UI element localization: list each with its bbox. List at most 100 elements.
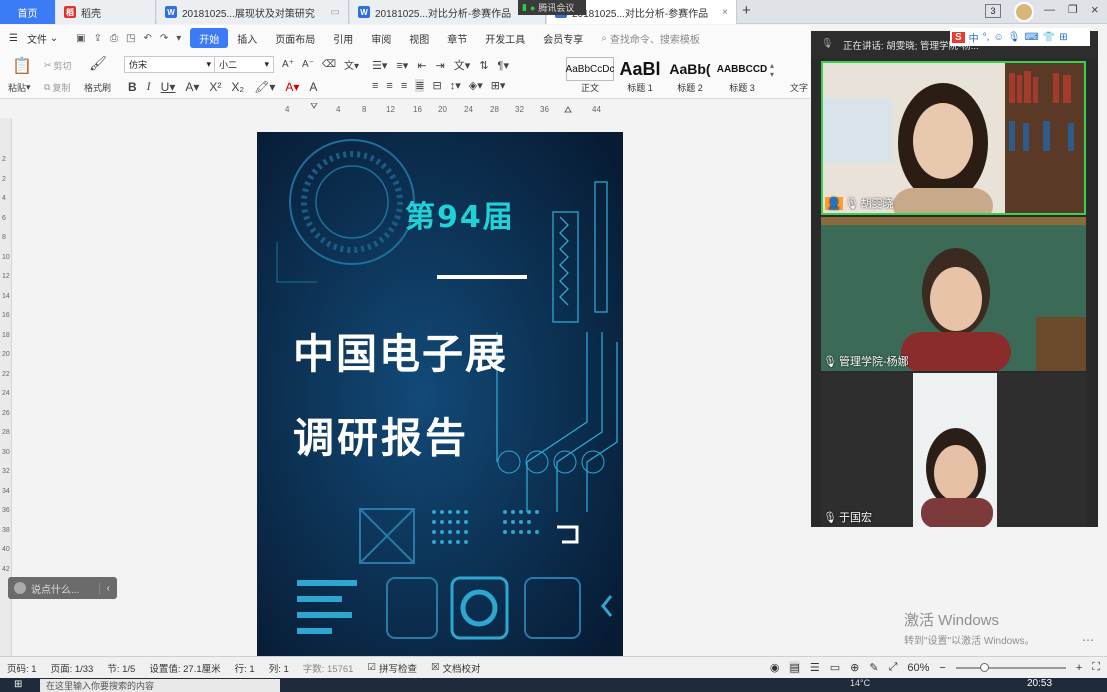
sort-icon[interactable]: ⇅ [479,59,488,72]
export-icon[interactable]: ⇪ [94,33,102,44]
style-normal[interactable]: AaBbCcDc 正文 [566,57,614,95]
cut-button[interactable]: ✂ 剪切 [44,59,72,72]
status-setting[interactable]: 设置值: 27.1厘米 [142,661,227,675]
collapse-icon[interactable]: ‹ [98,582,117,594]
fullscreen-icon[interactable]: ⛶ [1092,661,1100,674]
outline-view-icon[interactable]: ☰ [810,661,820,674]
status-page-num[interactable]: 页码: 1 [0,661,44,675]
subscript-icon[interactable]: X₂ [231,80,244,94]
video-tile-2[interactable]: 🎙 管理学院-杨娜 [821,217,1086,371]
borders-icon[interactable]: ⊞▾ [491,79,506,92]
say-something-box[interactable]: 说点什么... ‹ [8,577,117,599]
spell-check-button[interactable]: ☑ 拼写检查 [360,661,424,675]
paste-button[interactable]: 粘贴 ▾ [8,81,31,94]
tab-home[interactable]: 首页 [0,0,55,24]
status-col[interactable]: 列: 1 [262,661,296,675]
highlight-icon[interactable]: 🖍▾ [254,80,275,94]
status-pages[interactable]: 页面: 1/33 [44,661,101,675]
font-size-select[interactable]: 小二 ▾ [214,56,274,73]
line-spacing-icon[interactable]: ↕▾ [450,79,461,92]
copy-button[interactable]: ⧉ 复制 [44,81,70,94]
font-color-icon[interactable]: A▾ [285,80,299,94]
indent-icon[interactable]: ⇥ [436,59,445,72]
ime-toolbar[interactable]: S 中 °, ☺ 🎙 ⌨ 👕 ⊞ [950,28,1090,46]
video-tile-3[interactable]: 🎙 于国宏 [821,373,1086,527]
minimize-icon[interactable]: — [1044,4,1055,16]
font-name-select[interactable]: 仿宋 ▾ [124,56,216,73]
zoom-out-button[interactable]: − [939,662,945,674]
superscript-icon[interactable]: X² [209,80,221,94]
bullets-icon[interactable]: ☰▾ [372,59,387,72]
video-tile-1[interactable]: 👤 🎙 胡雯晓 [821,61,1086,215]
phonetic-icon[interactable]: 文▾ [344,57,359,72]
status-word-count[interactable]: 字数: 15761 [296,661,361,675]
grow-font-icon[interactable]: A⁺ [282,59,294,70]
avatar[interactable] [1014,2,1034,22]
strikethrough-icon[interactable]: A▾ [185,80,199,94]
menu-tab-layout[interactable]: 页面布局 [266,28,324,48]
distributed-icon[interactable]: ⊟ [432,79,441,92]
show-marks-icon[interactable]: ¶▾ [498,59,509,72]
redo-icon[interactable]: ↷ [160,33,168,44]
taskbar-clock[interactable]: 20:53 [1027,678,1052,689]
shading-icon[interactable]: ◈▾ [469,79,483,92]
zoom-in-button[interactable]: + [1076,662,1082,674]
undo-icon[interactable]: ↶ [143,33,151,44]
styles-scroll[interactable]: ▴ ▾ [770,61,774,79]
menu-tab-chapter[interactable]: 章节 [438,28,476,48]
status-row[interactable]: 行: 1 [228,661,262,675]
format-painter-button[interactable]: 格式刷 [84,81,111,94]
window-count-badge[interactable]: 3 [985,4,1001,18]
reading-view-icon[interactable]: ▭ [830,661,840,674]
print-icon[interactable]: ⎙ [110,33,118,44]
italic-icon[interactable]: I [147,79,151,94]
zoom-level[interactable]: 60% [907,662,929,674]
underline-icon[interactable]: U▾ [161,80,176,94]
zoom-slider-thumb[interactable] [979,662,989,672]
style-heading-2[interactable]: AaBb(标题 2 [666,57,714,95]
tab-document-1[interactable]: W 20181025...展现状及对策研究 ▭ [157,0,349,24]
align-left-icon[interactable]: ≡ [372,80,378,92]
chinese-layout-icon[interactable]: 文▾ [454,57,471,73]
clear-format-icon[interactable]: ⌫ [322,59,336,70]
more-icon[interactable]: ▾ [176,33,181,44]
outdent-icon[interactable]: ⇤ [417,59,426,72]
indent-marker-icon[interactable] [310,102,318,109]
menu-tab-view[interactable]: 视图 [400,28,438,48]
menu-tab-member[interactable]: 会员专享 [534,28,592,48]
menu-tab-review[interactable]: 审阅 [362,28,400,48]
doc-proof-button[interactable]: ☒ 文档校对 [424,661,488,675]
fit-page-icon[interactable]: ⤢ [889,661,898,674]
right-indent-marker-icon[interactable] [564,106,572,113]
vertical-ruler[interactable]: 2 2 4 6 8 10 12 14 16 18 20 22 24 26 28 30 32 34 36 38 40 42 [0,118,12,656]
char-border-icon[interactable]: A [309,80,317,94]
bold-icon[interactable]: B [128,80,137,94]
tab-document-2[interactable]: W 20181025...对比分析-参赛作品 [350,0,546,24]
restore-icon[interactable]: ❐ [1068,3,1078,16]
numbering-icon[interactable]: ≡▾ [396,59,408,72]
eye-protection-icon[interactable]: ◉ [770,661,780,674]
align-center-icon[interactable]: ≡ [386,80,392,92]
close-window-icon[interactable]: × [1091,2,1099,17]
new-tab-button[interactable]: + [742,2,751,19]
justify-icon[interactable]: ≣ [415,79,425,92]
file-menu[interactable]: 文件 ⌄ [27,28,67,48]
align-right-icon[interactable]: ≡ [401,80,407,92]
style-heading-1[interactable]: AaBl 标题 1 [616,57,664,95]
menu-tab-home[interactable]: 开始 [190,28,229,48]
emoji-icon[interactable] [14,582,26,594]
hamburger-icon[interactable]: ☰ [0,28,27,48]
pen-icon[interactable]: ✎ [869,661,878,674]
more-options-icon[interactable]: ⋯ [1082,633,1094,647]
paste-icon[interactable]: 📋 [10,55,34,77]
tab-docer[interactable]: 稻稻壳 [56,0,156,24]
horizontal-ruler[interactable]: 4 4 8 12 16 20 24 28 32 36 44 [258,102,623,117]
page-view-icon[interactable]: ▤ [789,661,800,674]
menu-tab-developer[interactable]: 开发工具 [476,28,534,48]
web-view-icon[interactable]: ⊕ [850,661,859,674]
style-heading-3[interactable]: AABBCCD 标题 3 [716,57,768,95]
document-page[interactable]: 第94届 中国电子展 调研报告 [257,132,623,656]
menu-tab-insert[interactable]: 插入 [228,28,266,48]
close-icon[interactable]: × [722,7,728,18]
command-search[interactable]: ⌕ 查找命令、搜索模板 [592,28,709,48]
